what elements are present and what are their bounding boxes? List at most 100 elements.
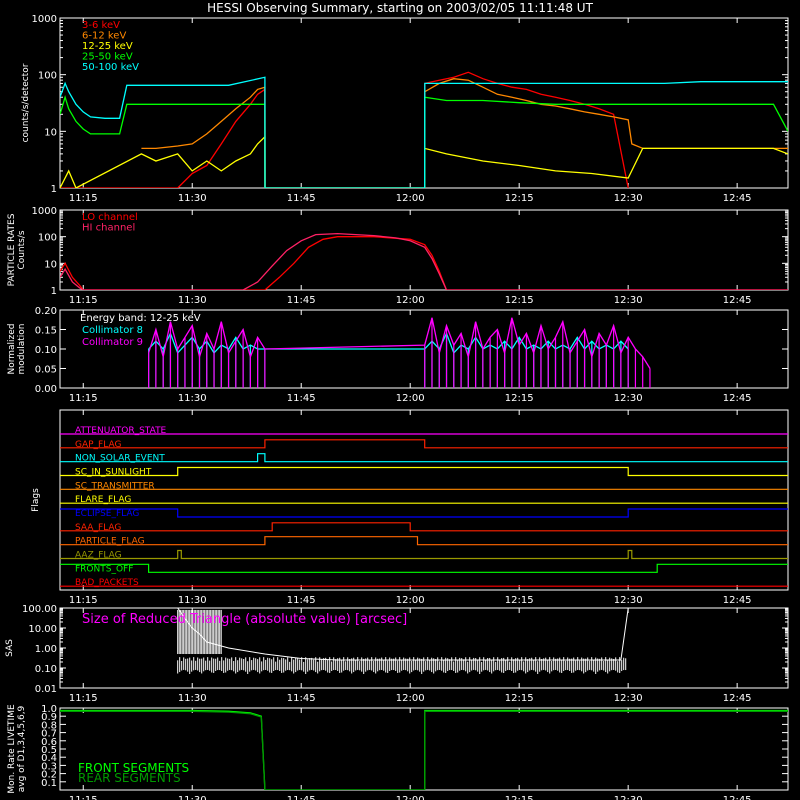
panel-5: 11:15 11:30 11:45 12:00 12:15 12:30 12:45 0.01 0… — [5, 604, 789, 704]
y-tick-label: 0.10 — [35, 664, 57, 675]
y-tick-label: 100 — [38, 71, 57, 82]
flag-label: PARTICLE_FLAG — [75, 537, 145, 547]
x-tick-label: 12:15 — [505, 295, 534, 306]
x-tick-label: 11:30 — [178, 193, 207, 204]
y-axis-label-line: modulation — [17, 324, 27, 375]
flag-label: SC_TRANSMITTER — [75, 481, 155, 491]
x-tick-label: 11:30 — [178, 795, 207, 800]
y-tick-label: 0.20 — [35, 306, 57, 317]
y-tick-label: 10.00 — [28, 624, 57, 635]
series-line — [141, 78, 788, 188]
flag-label: NON_SOLAR_EVENT — [75, 454, 165, 464]
x-tick-label: 12:45 — [723, 795, 752, 800]
y-axis-label: SAS — [5, 639, 15, 657]
y-axis-label: PARTICLE RATESCounts/s — [7, 213, 27, 286]
x-tick-label: 12:30 — [614, 693, 643, 704]
y-axis-label: Mon. Rate LIVETIMEavg of D1,3,4,5,6,9 — [7, 704, 27, 794]
x-tick-label: 12:00 — [396, 295, 425, 306]
x-tick-label: 12:30 — [614, 393, 643, 404]
x-tick-label: 11:15 — [69, 393, 98, 404]
panel-frame — [59, 409, 789, 591]
x-tick-label: 12:00 — [396, 795, 425, 800]
panel-2: 11:15 11:30 11:45 12:00 12:15 12:30 12:45 1 10 10… — [7, 206, 789, 306]
flag-label: FRONTS_OFF — [75, 564, 133, 574]
y-tick-label: 0.15 — [35, 326, 57, 337]
legend-entry: 50-100 keV — [82, 62, 139, 73]
series-line — [60, 232, 788, 290]
panel-3: 11:15 11:30 11:45 12:00 12:15 12:30 12:45 0.00 0… — [7, 306, 789, 404]
legend-entry: REAR SEGMENTS — [78, 771, 181, 785]
legend-entry: 3-6 keV — [82, 20, 120, 31]
x-tick-label: 11:45 — [287, 393, 316, 404]
y-tick-label: 1000 — [32, 14, 57, 25]
flag-label: ATTENUATOR_STATE — [75, 426, 167, 436]
x-tick-label: 12:00 — [396, 193, 425, 204]
flag-label: ECLIPSE_FLAG — [75, 509, 139, 519]
y-tick-label: 0.10 — [35, 345, 57, 356]
series-line — [60, 236, 788, 290]
x-tick-label: 12:45 — [723, 393, 752, 404]
y-tick-label: 1.00 — [35, 644, 57, 655]
x-tick-label: 12:30 — [614, 295, 643, 306]
x-tick-label: 12:15 — [505, 193, 534, 204]
chart-title: HESSI Observing Summary, starting on 200… — [207, 1, 593, 15]
x-tick-label: 12:45 — [723, 595, 752, 606]
legend-entry: Collimator 9 — [82, 337, 143, 348]
x-tick-label: 11:45 — [287, 595, 316, 606]
x-tick-label: 11:45 — [287, 193, 316, 204]
flag-line-fronts-off — [60, 563, 788, 573]
y-axis-label-line: PARTICLE RATES — [7, 213, 17, 286]
x-tick-label: 12:00 — [396, 595, 425, 606]
x-tick-label: 11:30 — [178, 595, 207, 606]
flag-label: FLARE_FLAG — [75, 495, 131, 505]
legend-entry: 25-50 keV — [82, 52, 133, 63]
y-tick-label: 1000 — [32, 206, 57, 217]
x-tick-label: 12:45 — [723, 295, 752, 306]
flag-line-aaz-flag — [60, 549, 788, 560]
panel-4: 11:15 11:30 11:45 12:00 12:15 12:30 12:45 Flags… — [31, 409, 789, 606]
legend-entry: HI channel — [82, 223, 135, 234]
panel-frame — [59, 17, 789, 189]
series-line — [147, 317, 651, 369]
flag-label: GAP_FLAG — [75, 440, 121, 450]
y-tick-label: 0.01 — [35, 684, 57, 695]
x-tick-label: 11:15 — [69, 795, 98, 800]
legend-entry: Collimator 8 — [82, 325, 143, 336]
y-tick-label: 10 — [44, 259, 57, 270]
panel-annotation: Energy band: 12-25 keV — [80, 313, 201, 324]
legend-entry: 6-12 keV — [82, 31, 126, 42]
x-tick-label: 12:00 — [396, 693, 425, 704]
x-tick-label: 11:15 — [69, 693, 98, 704]
y-tick-label: 0.05 — [35, 365, 57, 376]
y-axis-label-line: Counts/s — [17, 230, 27, 269]
x-tick-label: 12:15 — [505, 595, 534, 606]
x-tick-label: 11:15 — [69, 193, 98, 204]
flag-line-saa-flag — [60, 522, 788, 532]
y-tick-label: 10 — [44, 127, 57, 138]
x-tick-label: 11:30 — [178, 693, 207, 704]
x-tick-label: 11:30 — [178, 393, 207, 404]
flag-line-gap-flag — [60, 439, 788, 449]
observing-summary: HESSI Observing Summary, starting on 200… — [0, 0, 800, 800]
x-tick-label: 12:30 — [614, 595, 643, 606]
y-axis-label: Normalizedmodulation — [7, 323, 27, 374]
panel-6: 11:1511:3011:4512:0012:1512:3012:450.10.… — [7, 704, 789, 800]
panel-frame — [59, 209, 789, 291]
x-tick-label: 11:45 — [287, 693, 316, 704]
series-line — [60, 71, 629, 188]
y-tick-label: 0.00 — [35, 384, 57, 395]
y-axis-label-line: avg of D1,3,4,5,6,9 — [17, 705, 27, 792]
x-tick-label: 12:45 — [723, 193, 752, 204]
x-tick-label: 12:15 — [505, 393, 534, 404]
series-line — [60, 94, 788, 188]
flag-label: SAA_FLAG — [75, 523, 121, 533]
series-line — [60, 135, 788, 188]
legend-entry: 12-25 keV — [82, 41, 133, 52]
panel-annotation: Size of Reduced Triangle (absolute value… — [82, 612, 407, 627]
y-axis-label: Flags — [31, 488, 41, 512]
x-tick-label: 11:45 — [287, 295, 316, 306]
summary-chart: HESSI Observing Summary, starting on 200… — [5, 1, 789, 800]
series-line — [60, 76, 788, 188]
flag-label: SC_IN_SUNLIGHT — [75, 468, 152, 478]
flag-line-sc-in-sunlight — [60, 466, 788, 477]
